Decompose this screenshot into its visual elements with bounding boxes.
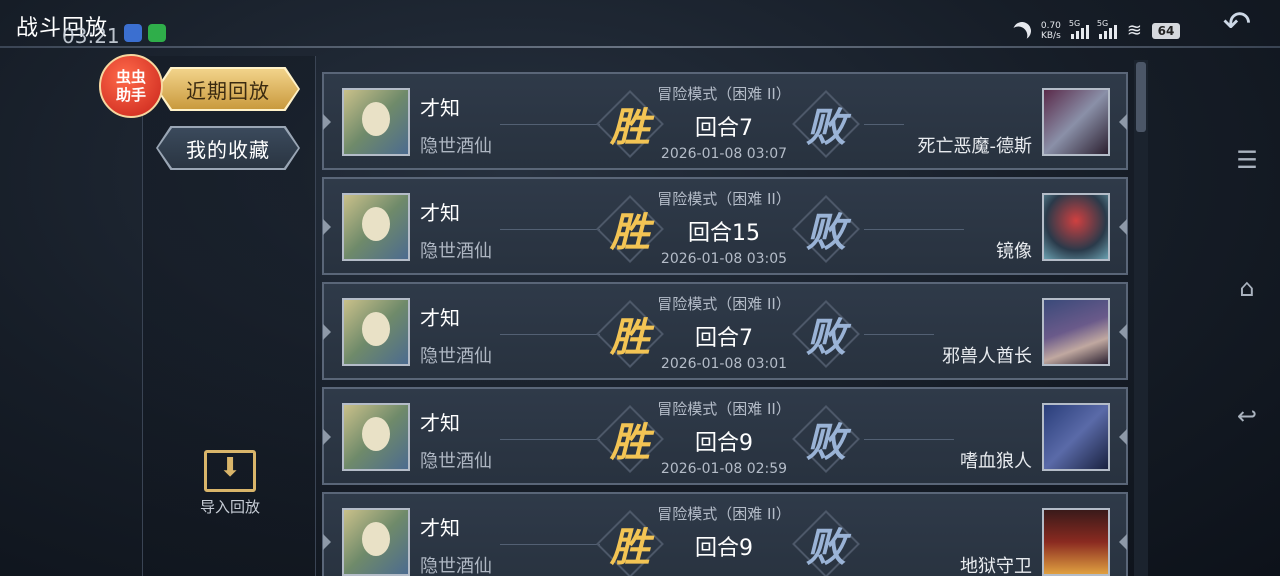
network-speed: 0.70 KB/s bbox=[1040, 20, 1061, 41]
notification-app-icon bbox=[124, 24, 142, 42]
player-avatar bbox=[342, 508, 410, 576]
opponent-name: 邪兽人酋长 bbox=[942, 346, 1032, 367]
lose-badge: 败 bbox=[792, 195, 860, 263]
player-title: 隐世酒仙 bbox=[420, 451, 492, 472]
battle-mode: 冒险模式（困难 II） bbox=[657, 505, 791, 523]
lose-badge: 败 bbox=[792, 405, 860, 473]
battle-date: 2026-01-08 02:59 bbox=[660, 461, 788, 477]
battle-mode: 冒险模式（困难 II） bbox=[657, 295, 791, 313]
replay-row[interactable]: 才知 隐世酒仙 冒险模式（困难 II） 胜 回合9 败 2026-01-08 0… bbox=[322, 387, 1128, 485]
opponent-avatar bbox=[1042, 403, 1110, 471]
signal-icon: 5G bbox=[1069, 19, 1089, 39]
battle-mode: 冒险模式（困难 II） bbox=[657, 190, 791, 208]
lose-badge: 败 bbox=[792, 90, 860, 158]
replay-row[interactable]: 才知 隐世酒仙 冒险模式（困难 II） 胜 回合15 败 2026-01-08 … bbox=[322, 177, 1128, 275]
tab-recent-replays[interactable]: 近期回放 bbox=[158, 69, 298, 109]
player-avatar bbox=[342, 403, 410, 471]
win-badge: 胜 bbox=[596, 300, 664, 368]
back-arrow-icon[interactable]: ↶ bbox=[1214, 6, 1260, 42]
opponent-avatar bbox=[1042, 298, 1110, 366]
replay-list: 才知 隐世酒仙 冒险模式（困难 II） 胜 回合7 败 2026-01-08 0… bbox=[322, 70, 1130, 576]
round-count: 回合7 bbox=[695, 326, 753, 351]
opponent-avatar bbox=[1042, 508, 1110, 576]
do-not-disturb-icon bbox=[1010, 19, 1033, 42]
scrollbar-thumb[interactable] bbox=[1136, 62, 1146, 132]
lose-badge: 败 bbox=[792, 510, 860, 576]
battle-mode: 冒险模式（困难 II） bbox=[657, 400, 791, 418]
lose-badge: 败 bbox=[792, 300, 860, 368]
player-title: 隐世酒仙 bbox=[420, 346, 492, 367]
replay-row[interactable]: 才知 隐世酒仙 冒险模式（困难 II） 胜 回合9 败 地狱守卫 bbox=[322, 492, 1128, 576]
player-avatar bbox=[342, 298, 410, 366]
assistant-widget[interactable]: 虫虫助手 bbox=[99, 54, 163, 118]
opponent-name: 镜像 bbox=[996, 241, 1032, 262]
player-name: 才知 bbox=[420, 516, 460, 540]
player-name: 才知 bbox=[420, 201, 460, 225]
win-badge: 胜 bbox=[596, 195, 664, 263]
wifi-icon: ≋ bbox=[1126, 20, 1142, 41]
battle-date: 2026-01-08 03:07 bbox=[660, 146, 788, 162]
player-avatar bbox=[342, 193, 410, 261]
win-badge: 胜 bbox=[596, 510, 664, 576]
home-icon[interactable]: ⌂ bbox=[1232, 274, 1262, 302]
system-tray: 0.70 KB/s 5G 5G ≋ 64 bbox=[1010, 19, 1180, 42]
opponent-name: 死亡恶魔-德斯 bbox=[917, 136, 1033, 157]
menu-icon[interactable]: ☰ bbox=[1232, 146, 1262, 174]
player-avatar bbox=[342, 88, 410, 156]
round-count: 回合7 bbox=[695, 116, 753, 141]
wechat-icon bbox=[148, 24, 166, 42]
battle-mode: 冒险模式（困难 II） bbox=[657, 85, 791, 103]
opponent-avatar bbox=[1042, 88, 1110, 156]
download-icon: ⬇ bbox=[204, 450, 256, 492]
opponent-name: 地狱守卫 bbox=[960, 556, 1032, 576]
battery-indicator: 64 bbox=[1152, 22, 1180, 39]
signal-icon: 5G bbox=[1097, 19, 1117, 39]
round-count: 回合9 bbox=[695, 431, 753, 456]
player-title: 隐世酒仙 bbox=[420, 241, 492, 262]
player-name: 才知 bbox=[420, 306, 460, 330]
player-name: 才知 bbox=[420, 96, 460, 120]
opponent-avatar bbox=[1042, 193, 1110, 261]
round-count: 回合9 bbox=[695, 536, 753, 561]
replay-row[interactable]: 才知 隐世酒仙 冒险模式（困难 II） 胜 回合7 败 2026-01-08 0… bbox=[322, 282, 1128, 380]
round-count: 回合15 bbox=[688, 221, 760, 246]
battle-date: 2026-01-08 03:01 bbox=[660, 356, 788, 372]
replay-row[interactable]: 才知 隐世酒仙 冒险模式（困难 II） 胜 回合7 败 2026-01-08 0… bbox=[322, 72, 1128, 170]
player-title: 隐世酒仙 bbox=[420, 136, 492, 157]
clock: 03:21 bbox=[62, 24, 120, 48]
import-replay-label: 导入回放 bbox=[199, 498, 260, 516]
import-replay-button[interactable]: ⬇ 导入回放 bbox=[192, 450, 268, 517]
tab-my-favorites[interactable]: 我的收藏 bbox=[158, 128, 298, 168]
win-badge: 胜 bbox=[596, 405, 664, 473]
player-title: 隐世酒仙 bbox=[420, 556, 492, 576]
list-scrollbar[interactable] bbox=[1134, 60, 1148, 576]
win-badge: 胜 bbox=[596, 90, 664, 158]
status-bar: 战斗回放 03:21 0.70 KB/s 5G 5G ≋ 64 ↶ bbox=[0, 0, 1280, 48]
header-divider bbox=[0, 46, 1280, 48]
back-nav-icon[interactable]: ↩ bbox=[1232, 402, 1262, 430]
battle-date: 2026-01-08 03:05 bbox=[660, 251, 788, 267]
opponent-name: 嗜血狼人 bbox=[960, 451, 1032, 472]
player-name: 才知 bbox=[420, 411, 460, 435]
